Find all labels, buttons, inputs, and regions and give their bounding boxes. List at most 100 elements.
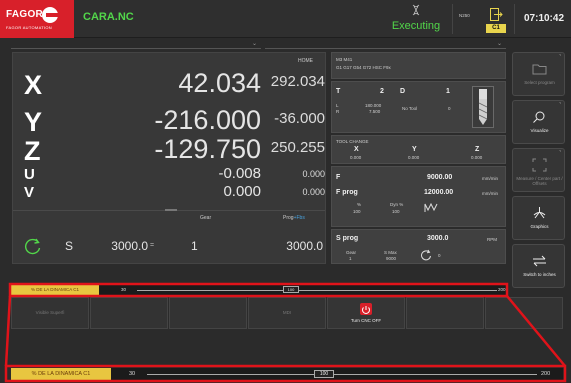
smax-label: S Max (384, 250, 397, 255)
header-divider (452, 4, 453, 34)
feed-prog-value: 12000.00 (424, 189, 454, 196)
graphics-button[interactable]: Graphics (512, 196, 565, 240)
axis-position: 42.034 (178, 68, 261, 98)
gear-value: 1 (191, 239, 198, 253)
dynamics-handle[interactable]: 100 (283, 286, 299, 293)
dyn-value: 100 (392, 209, 400, 214)
sprog-unit: RPM (487, 237, 497, 242)
g-codes: G1 G17 G54 G72 HSC F9x (336, 65, 391, 70)
sprog-label: S prog (336, 235, 359, 242)
left-view-dropdown[interactable]: ⌄ (11, 40, 261, 49)
zoom-dynamics-track (147, 374, 537, 375)
chevron-down-icon: ⌄ (496, 41, 502, 47)
tc-x-label: X (354, 146, 359, 153)
drill-tool-icon (472, 86, 494, 128)
mdi-button[interactable]: MDI (248, 297, 326, 329)
axis-letter: Z (24, 136, 41, 166)
spindle-rot-value: 0 (438, 253, 441, 258)
feed-prog-label: F prog (336, 189, 358, 196)
graphics-label: Graphics (530, 224, 549, 229)
visualize-button[interactable]: ⌝ Visualize (512, 100, 565, 144)
softkey-3[interactable] (169, 297, 247, 329)
tool-number: 2 (380, 88, 384, 95)
spindle-stop-icon (421, 249, 431, 261)
logo-mark-icon (42, 7, 58, 23)
tool-name: No Tool (402, 106, 418, 111)
dynamics-min: 30 (121, 287, 127, 292)
fagor-logo: FAGOR FAGOR AUTOMATION (0, 0, 74, 38)
folder-icon (532, 64, 547, 75)
tool-change-panel[interactable]: TOOL CHANGE X 0.000 Y 0.000 Z 0.000 (331, 135, 506, 164)
tool-radius: 7.500 (369, 109, 381, 114)
tool-change-title: TOOL CHANGE (336, 139, 369, 144)
zoom-dynamics-min: 30 (129, 371, 136, 377)
logo-subtitle: FAGOR AUTOMATION (6, 25, 52, 30)
tc-x-value: 0.000 (350, 155, 362, 160)
right-view-dropdown[interactable]: ⌄ (265, 40, 506, 49)
zoom-dynamics-label: % DE LA DINAMICA C1 (11, 368, 111, 380)
measure-icon (532, 158, 547, 172)
smax-value: 9000 (386, 256, 397, 261)
measure-button[interactable]: ⌝ Measure / Center part / Offsets (512, 148, 565, 192)
feed-value: 9000.00 (427, 174, 453, 181)
dyn-label: Dyn % (390, 202, 404, 207)
m-codes: M3 M41 (336, 57, 353, 62)
axis-position: -0.008 (218, 165, 261, 182)
sp-gear-label: Gear (346, 250, 357, 255)
bottom-softkeys: Visible Superfi MDI Turn CNC OFF (11, 297, 563, 329)
chevron-down-icon: ⌄ (251, 41, 257, 47)
channel-badge[interactable]: C1 (486, 24, 506, 33)
clock: 07:10:42 (523, 13, 565, 24)
axis-home-position: 0.000 (302, 187, 325, 197)
axis-home-position: -36.000 (274, 110, 325, 127)
tool-offset: 1 (446, 88, 450, 95)
tool-panel[interactable]: T 2 D 1 L 180.000 R 7.500 No Tool 0 (331, 81, 506, 133)
home-label: HOME (298, 58, 313, 64)
turn-cnc-off-button[interactable]: Turn CNC OFF (327, 297, 405, 329)
feedrate-panel[interactable]: F 9000.00 mm/min F prog 12000.00 mm/min … (331, 166, 506, 227)
softkey-7[interactable] (485, 297, 563, 329)
select-program-button[interactable]: ⌝ Select program (512, 52, 565, 96)
graphics-icon (533, 207, 546, 219)
prog-header-plus: +Fbs (293, 215, 305, 221)
program-name[interactable]: CARA.NC (83, 11, 134, 23)
active-codes-panel[interactable]: M3 M41 G1 G17 G54 G72 HSC F9x (331, 52, 506, 79)
axis-letter: V (24, 184, 35, 201)
switch-inches-button[interactable]: Switch to inches (512, 244, 565, 288)
measure-label: Measure / Center part / Offsets (516, 176, 563, 186)
corner-mark-icon: ⌝ (558, 54, 561, 60)
spindle-speed: 3000.0 (111, 239, 148, 253)
softkey-label: Turn CNC OFF (350, 318, 382, 323)
softkey-1[interactable]: Visible Superfi (11, 297, 89, 329)
select-program-label: Select program (524, 80, 555, 85)
programmed-speed: 3000.0 (286, 239, 323, 253)
scroll-indicator[interactable] (165, 209, 177, 211)
execution-status: Executing (391, 20, 441, 32)
tool-d-label: D (400, 88, 406, 95)
softkey-label: Visible Superfi (35, 310, 65, 315)
block-number: N250 (459, 13, 470, 18)
channel-exit-icon[interactable] (490, 8, 503, 21)
visualize-label: Visualize (530, 128, 549, 133)
dynamics-max: 200 (498, 287, 506, 292)
axis-position: -129.750 (154, 134, 261, 164)
top-bar: FAGOR FAGOR AUTOMATION CARA.NC Executing… (0, 0, 571, 38)
feed-override: 100 (353, 209, 361, 214)
spindle-panel[interactable]: S prog 3000.0 RPM Gear 1 S Max 9000 0 (331, 229, 506, 264)
switch-icon (533, 255, 546, 267)
feed-pct-label: % (357, 202, 362, 207)
dynamics-override-bar[interactable]: % DE LA DINAMICA C1 30 100 200 (11, 285, 506, 295)
dynamics-label: % DE LA DINAMICA C1 (11, 285, 99, 295)
axis-home-position: 250.255 (270, 139, 325, 156)
zoom-dynamics-max: 200 (541, 371, 551, 377)
tc-y-value: 0.000 (408, 155, 420, 160)
softkey-6[interactable] (406, 297, 484, 329)
softkey-2[interactable] (90, 297, 168, 329)
tc-z-label: Z (475, 146, 480, 153)
zoom-dynamics-handle: 100 (314, 370, 334, 378)
tool-length: 180.000 (365, 103, 382, 108)
sprog-value: 3000.0 (427, 235, 449, 242)
spindle-unit: = (150, 242, 155, 249)
axis-letter: Y (24, 107, 43, 137)
dynamics-track (137, 290, 497, 291)
